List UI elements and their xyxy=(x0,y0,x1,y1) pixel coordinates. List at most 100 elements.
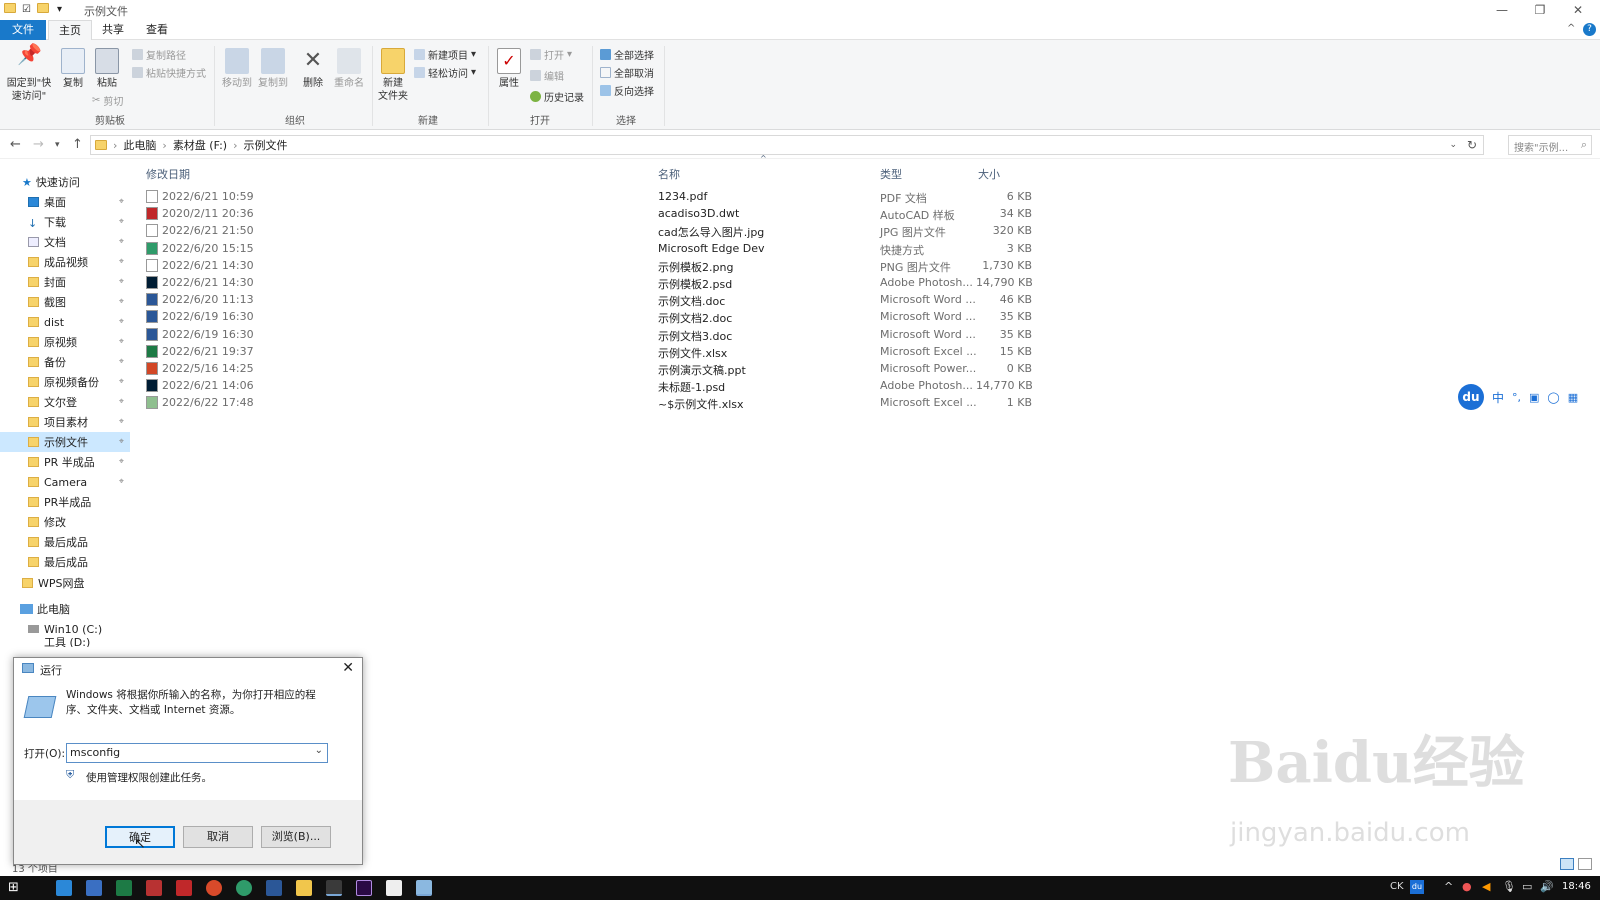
table-row[interactable]: 2022/6/21 14:30 示例模板2.png PNG 图片文件 1,730 KB xyxy=(140,257,1060,274)
capcut-icon[interactable] xyxy=(386,880,402,896)
close-button[interactable]: ✕ xyxy=(1560,0,1596,20)
nav-item[interactable]: 桌面 ⌖ xyxy=(0,192,130,212)
large-icons-view-icon[interactable] xyxy=(1578,858,1592,870)
back-arrow-icon[interactable]: ← xyxy=(10,137,21,152)
tray-overflow-icon[interactable]: ^ xyxy=(1444,880,1453,893)
ime-menu-grid-icon[interactable]: ▦ xyxy=(1568,391,1578,404)
nav-drive-d[interactable]: 工具 (D:) xyxy=(0,637,130,647)
nav-drive-c[interactable]: Win10 (C:) xyxy=(0,619,130,639)
column-name[interactable]: 名称 xyxy=(658,166,680,182)
taskbar-app-icon[interactable] xyxy=(326,880,342,896)
ime-user-icon[interactable]: ◯ xyxy=(1547,391,1559,404)
paste-button[interactable]: 粘贴 xyxy=(92,48,122,90)
table-row[interactable]: 2022/6/20 11:13 示例文档.doc Microsoft Word ..… xyxy=(140,291,1060,308)
open-button[interactable]: 打开 ▾ xyxy=(530,46,572,62)
table-row[interactable]: 2022/6/21 14:06 未标题-1.psd Adobe Photosh...… xyxy=(140,377,1060,394)
table-row[interactable]: 2022/6/21 19:37 示例文件.xlsx Microsoft Excel … xyxy=(140,343,1060,360)
taskbar-app-icon[interactable] xyxy=(206,880,222,896)
delete-button[interactable]: ✕ 删除 xyxy=(298,48,328,90)
nav-item[interactable]: PR半成品 xyxy=(0,492,130,512)
nav-item[interactable]: ↓ 下载 ⌖ xyxy=(0,212,130,232)
taskbar-app-icon[interactable] xyxy=(56,880,72,896)
ime-punctuation-icon[interactable]: °, xyxy=(1512,391,1521,404)
microphone-icon[interactable]: 🎙 xyxy=(1502,880,1516,893)
tab-home[interactable]: 主页 xyxy=(48,20,92,40)
nav-this-pc[interactable]: 此电脑 xyxy=(0,599,130,619)
properties-quick-icon[interactable]: ☑ xyxy=(20,3,33,16)
easy-access-button[interactable]: 轻松访问 ▾ xyxy=(414,64,476,80)
run-command-input[interactable]: msconfig ⌄ xyxy=(66,743,328,763)
tray-app-icon[interactable]: ● xyxy=(1462,880,1472,893)
copy-path-button[interactable]: 复制路径 xyxy=(132,46,186,62)
edge-dev-icon[interactable] xyxy=(236,880,252,896)
breadcrumb-item[interactable]: 示例文件 xyxy=(243,137,287,153)
column-date[interactable]: 修改日期 xyxy=(146,166,190,182)
collapse-ribbon-icon[interactable]: ^ xyxy=(1567,23,1575,34)
nav-item[interactable]: 项目素材 ⌖ xyxy=(0,412,130,432)
history-button[interactable]: 历史记录 xyxy=(530,88,584,104)
volume-icon[interactable]: 🔊 xyxy=(1540,880,1554,893)
nav-item[interactable]: 原视频备份 ⌖ xyxy=(0,372,130,392)
nav-quick-access[interactable]: ★ 快速访问 xyxy=(0,172,130,192)
nav-item[interactable]: 文尔登 ⌖ xyxy=(0,392,130,412)
autocad-icon[interactable] xyxy=(176,880,192,896)
cancel-button[interactable]: 取消 xyxy=(183,826,253,848)
rename-button[interactable]: 重命名 xyxy=(332,48,366,90)
nav-item[interactable]: dist ⌖ xyxy=(0,312,130,332)
browse-button[interactable]: 浏览(B)... xyxy=(261,826,331,848)
nav-item[interactable]: 最后成品 xyxy=(0,552,130,572)
table-row[interactable]: 2022/6/21 14:30 示例模板2.psd Adobe Photosh...… xyxy=(140,274,1060,291)
column-type[interactable]: 类型 xyxy=(880,166,902,182)
nav-wps[interactable]: WPS网盘 xyxy=(0,573,130,593)
recent-locations-chevron-icon[interactable]: ▾ xyxy=(55,140,60,150)
nav-item[interactable]: Camera ⌖ xyxy=(0,472,130,492)
start-windows-icon[interactable]: ⊞ xyxy=(8,880,24,896)
up-arrow-icon[interactable]: ↑ xyxy=(72,137,83,152)
chevron-down-icon[interactable]: ⌄ xyxy=(315,745,323,756)
nav-item[interactable]: 文档 ⌖ xyxy=(0,232,130,252)
nav-item[interactable]: 成品视频 ⌖ xyxy=(0,252,130,272)
properties-button[interactable]: ✓ 属性 xyxy=(494,48,524,90)
table-row[interactable]: 2022/6/19 16:30 示例文档2.doc Microsoft Word .… xyxy=(140,308,1060,325)
forward-arrow-icon[interactable]: → xyxy=(33,137,44,152)
pin-quick-access-button[interactable]: 📌 固定到"快速访问" xyxy=(4,44,54,103)
table-row[interactable]: 2020/2/11 20:36 acadiso3D.dwt AutoCAD 样板 34… xyxy=(140,205,1060,222)
tray-app-icon[interactable]: ◀ xyxy=(1482,880,1490,893)
new-item-button[interactable]: 新建项目 ▾ xyxy=(414,46,476,62)
nav-item[interactable]: 示例文件 ⌖ xyxy=(0,432,130,452)
search-input[interactable]: 搜索"示例... ⌕ xyxy=(1508,135,1592,155)
baidu-ime-logo[interactable]: du xyxy=(1458,384,1484,410)
breadcrumb-item[interactable]: 此电脑 xyxy=(123,137,156,153)
nav-item[interactable]: 备份 ⌖ xyxy=(0,352,130,372)
customize-quick-access-icon[interactable]: ▾ xyxy=(53,3,66,16)
clock[interactable]: 18:46 xyxy=(1562,881,1591,892)
nav-item[interactable]: 原视频 ⌖ xyxy=(0,332,130,352)
new-folder-button[interactable]: 新建 文件夹 xyxy=(376,48,410,103)
nav-item[interactable]: 封面 ⌖ xyxy=(0,272,130,292)
nav-item[interactable]: 最后成品 xyxy=(0,532,130,552)
taskbar-app-icon[interactable] xyxy=(146,880,162,896)
run-taskbar-icon[interactable] xyxy=(416,880,432,896)
run-close-icon[interactable]: ✕ xyxy=(342,660,354,676)
new-folder-quick-icon[interactable] xyxy=(37,3,49,13)
table-row[interactable]: 2022/6/21 21:50 cad怎么导入图片.jpg JPG 图片文件 320 … xyxy=(140,222,1060,239)
edit-button[interactable]: 编辑 xyxy=(530,67,564,83)
select-none-button[interactable]: 全部取消 xyxy=(600,64,654,80)
table-row[interactable]: 2022/6/20 15:15 Microsoft Edge Dev 快捷方式 3 K… xyxy=(140,240,1060,257)
restore-button[interactable]: ❐ xyxy=(1522,0,1558,20)
paste-shortcut-button[interactable]: 粘贴快捷方式 xyxy=(132,64,206,80)
network-icon[interactable]: ▭ xyxy=(1522,880,1532,893)
tab-view[interactable]: 查看 xyxy=(136,20,178,40)
baidu-ime-tray-icon[interactable]: du xyxy=(1410,880,1424,894)
move-to-button[interactable]: 移动到 xyxy=(220,48,254,90)
taskbar-app-icon[interactable] xyxy=(86,880,102,896)
refresh-icon[interactable]: ↻ xyxy=(1467,138,1477,152)
table-row[interactable]: 2022/5/16 14:25 示例演示文稿.ppt Microsoft Power… xyxy=(140,360,1060,377)
cut-button[interactable]: ✂ 剪切 xyxy=(92,92,123,108)
table-row[interactable]: 2022/6/19 16:30 示例文档3.doc Microsoft Word .… xyxy=(140,326,1060,343)
address-bar[interactable]: › 此电脑 › 素材盘 (F:) › 示例文件 ⌄ ↻ xyxy=(90,135,1484,155)
details-view-icon[interactable] xyxy=(1560,858,1574,870)
copy-to-button[interactable]: 复制到 xyxy=(256,48,290,90)
ime-toolbox-icon[interactable]: ▣ xyxy=(1529,391,1539,404)
column-size[interactable]: 大小 xyxy=(978,166,1000,182)
